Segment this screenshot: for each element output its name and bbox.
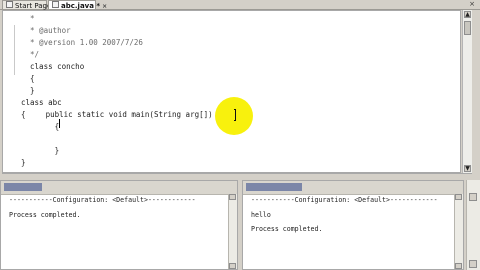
code-line: { [21, 74, 35, 83]
tab-start-page[interactable]: Start Page [2, 0, 51, 10]
code-line: * [21, 14, 35, 23]
code-line: */ [21, 50, 40, 59]
code-line: class abc [21, 98, 62, 107]
editor-vertical-scrollbar[interactable]: ▲ ▼ [462, 10, 472, 173]
general-output-title-bar [246, 183, 302, 191]
text-caret [59, 119, 60, 128]
build-config-line: -----------Configuration: <Default>-----… [9, 196, 196, 204]
build-output-title-bar [4, 183, 42, 191]
code-line: class concho [21, 62, 85, 71]
code-line: } [23, 146, 60, 155]
general-scroll-up-icon[interactable] [455, 194, 462, 200]
code-line: * @version 1.00 2007/7/26 [21, 38, 143, 47]
build-scroll-up-icon[interactable] [229, 194, 236, 200]
code-line: } [21, 158, 26, 167]
tab-abc-java[interactable]: abc.java * × [48, 0, 107, 10]
run-status-line: Process completed. [251, 225, 323, 233]
scroll-up-icon[interactable]: ▲ [464, 11, 471, 18]
scroll-thumb[interactable] [464, 21, 471, 35]
start-page-icon [6, 1, 13, 8]
java-file-icon [52, 1, 59, 8]
build-scroll-down-icon[interactable] [229, 263, 236, 269]
build-output-panel: -----------Configuration: <Default>-----… [0, 180, 238, 270]
code-line: } [21, 86, 35, 95]
scroll-down-icon[interactable]: ▼ [464, 165, 471, 172]
code-editor[interactable]: * * @author * @version 1.00 2007/7/26 */… [2, 10, 461, 173]
tab-start-page-label: Start Page [15, 2, 52, 10]
tab-bar: Start Page abc.java * × × [0, 0, 480, 10]
general-output-scrollbar[interactable] [454, 194, 463, 269]
general-output-panel: -----------Configuration: <Default>-----… [242, 180, 464, 270]
code-line: { [23, 122, 60, 131]
general-output-header [243, 181, 463, 195]
bottom-scroll-down-icon[interactable] [469, 260, 477, 268]
build-status-line: Process completed. [9, 211, 81, 219]
fold-guide [14, 25, 15, 75]
code-line: * @author [21, 26, 71, 35]
mouse-cursor-icon [233, 109, 237, 121]
build-output-scrollbar[interactable] [228, 194, 237, 269]
run-output-line: hello [251, 211, 271, 219]
bottom-right-scrollbar[interactable] [466, 180, 480, 270]
run-config-line: -----------Configuration: <Default>-----… [251, 196, 438, 204]
bottom-scroll-up-icon[interactable] [469, 193, 477, 201]
code-line: public static void main(String arg[]) [23, 110, 213, 119]
build-output-header [1, 181, 237, 195]
general-scroll-down-icon[interactable] [455, 263, 462, 269]
close-all-icon[interactable]: × [469, 1, 475, 8]
tab-abc-java-label: abc.java * [61, 2, 101, 10]
